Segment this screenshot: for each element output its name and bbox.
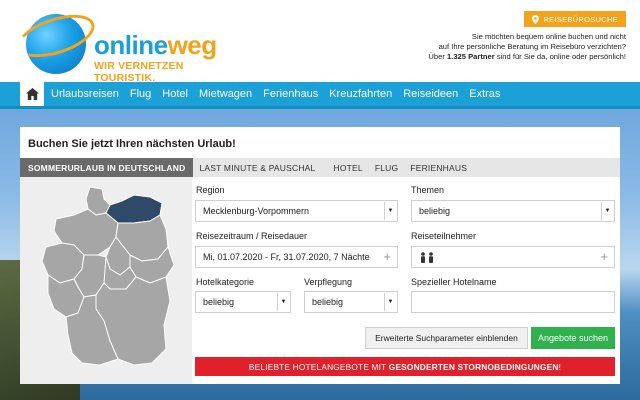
- search-card: Buchen Sie jetzt Ihren nächsten Urlaub! …: [20, 127, 620, 384]
- brand-tagline: WIR VERNETZEN TOURISTIK.: [94, 60, 184, 84]
- reisebuerosuche-label: REISEBÜROSUCHE: [543, 14, 618, 24]
- nav-item-hotel[interactable]: Hotel: [158, 82, 192, 106]
- nav-item-flug[interactable]: Flug: [126, 82, 155, 106]
- submit-search-button[interactable]: Angebote suchen: [531, 327, 615, 349]
- reisebuerosuche-button[interactable]: REISEBÜROSUCHE: [524, 11, 626, 27]
- site-header: onlineweg WIR VERNETZEN TOURISTIK. REISE…: [0, 0, 640, 84]
- main-nav: Urlaubsreisen Flug Hotel Mietwagen Ferie…: [0, 82, 640, 109]
- verpflegung-label: Verpflegung: [304, 277, 353, 287]
- hotelname-input[interactable]: [411, 291, 615, 313]
- chevron-down-icon: ▼: [384, 202, 396, 220]
- tab-ferienhaus[interactable]: FERIENHAUS: [404, 163, 473, 173]
- tab-last-minute[interactable]: LAST MINUTE & PAUSCHAL: [193, 163, 321, 173]
- plus-icon: +: [383, 249, 391, 264]
- themen-select[interactable]: beliebig ▼: [411, 200, 615, 222]
- header-info-text: Sie möchten bequem online buchen und nic…: [428, 32, 626, 61]
- teilnehmer-field[interactable]: +: [411, 246, 615, 268]
- search-tabs: SOMMERURLAUB IN DEUTSCHLAND LAST MINUTE …: [20, 158, 620, 177]
- germany-map-panel: [20, 177, 192, 384]
- nav-item-reiseideen[interactable]: Reiseideen: [399, 82, 462, 106]
- zeitraum-field[interactable]: Mi, 01.07.2020 - Fr, 31.07.2020, 7 Nächt…: [195, 246, 398, 268]
- search-title: Buchen Sie jetzt Ihren nächsten Urlaub!: [28, 138, 236, 150]
- home-icon: [25, 88, 39, 100]
- nav-home[interactable]: [20, 82, 44, 106]
- germany-map[interactable]: [38, 185, 178, 375]
- map-pin-icon: [532, 14, 540, 24]
- zeitraum-label: Reisezeitraum / Reisedauer: [196, 231, 308, 241]
- promo-banner[interactable]: BELIEBTE HOTELANGEBOTE MIT GESONDERTEN S…: [195, 357, 615, 376]
- hotelkategorie-label: Hotelkategorie: [196, 277, 255, 287]
- verpflegung-select[interactable]: beliebig ▼: [304, 291, 398, 313]
- nav-item-kreuzfahrten[interactable]: Kreuzfahrten: [325, 82, 396, 106]
- teilnehmer-label: Reiseteilnehmer: [411, 231, 477, 241]
- region-select[interactable]: Mecklenburg-Vorpommern ▼: [195, 200, 398, 222]
- brand-logo[interactable]: onlineweg WIR VERNETZEN TOURISTIK.: [12, 6, 230, 84]
- hotelkategorie-select[interactable]: beliebig ▼: [195, 291, 291, 313]
- plus-icon: +: [600, 249, 608, 264]
- advanced-search-button[interactable]: Erweiterte Suchparameter einblenden: [365, 327, 528, 349]
- themen-label: Themen: [411, 185, 445, 195]
- chevron-down-icon: ▼: [384, 293, 396, 311]
- nav-item-mietwagen[interactable]: Mietwagen: [195, 82, 256, 106]
- tab-flug[interactable]: FLUG: [369, 163, 404, 173]
- nav-item-urlaubsreisen[interactable]: Urlaubsreisen: [47, 82, 123, 106]
- hotelname-label: Spezieller Hotelname: [411, 277, 497, 287]
- tab-sommerurlaub[interactable]: SOMMERURLAUB IN DEUTSCHLAND: [20, 158, 194, 177]
- tab-hotel[interactable]: HOTEL: [327, 163, 368, 173]
- brand-name: onlineweg: [94, 30, 217, 60]
- people-icon: [421, 251, 433, 263]
- nav-item-extras[interactable]: Extras: [465, 82, 504, 106]
- nav-item-ferienhaus[interactable]: Ferienhaus: [259, 82, 322, 106]
- region-label: Region: [196, 185, 225, 195]
- chevron-down-icon: ▼: [601, 202, 613, 220]
- chevron-down-icon: ▼: [277, 293, 289, 311]
